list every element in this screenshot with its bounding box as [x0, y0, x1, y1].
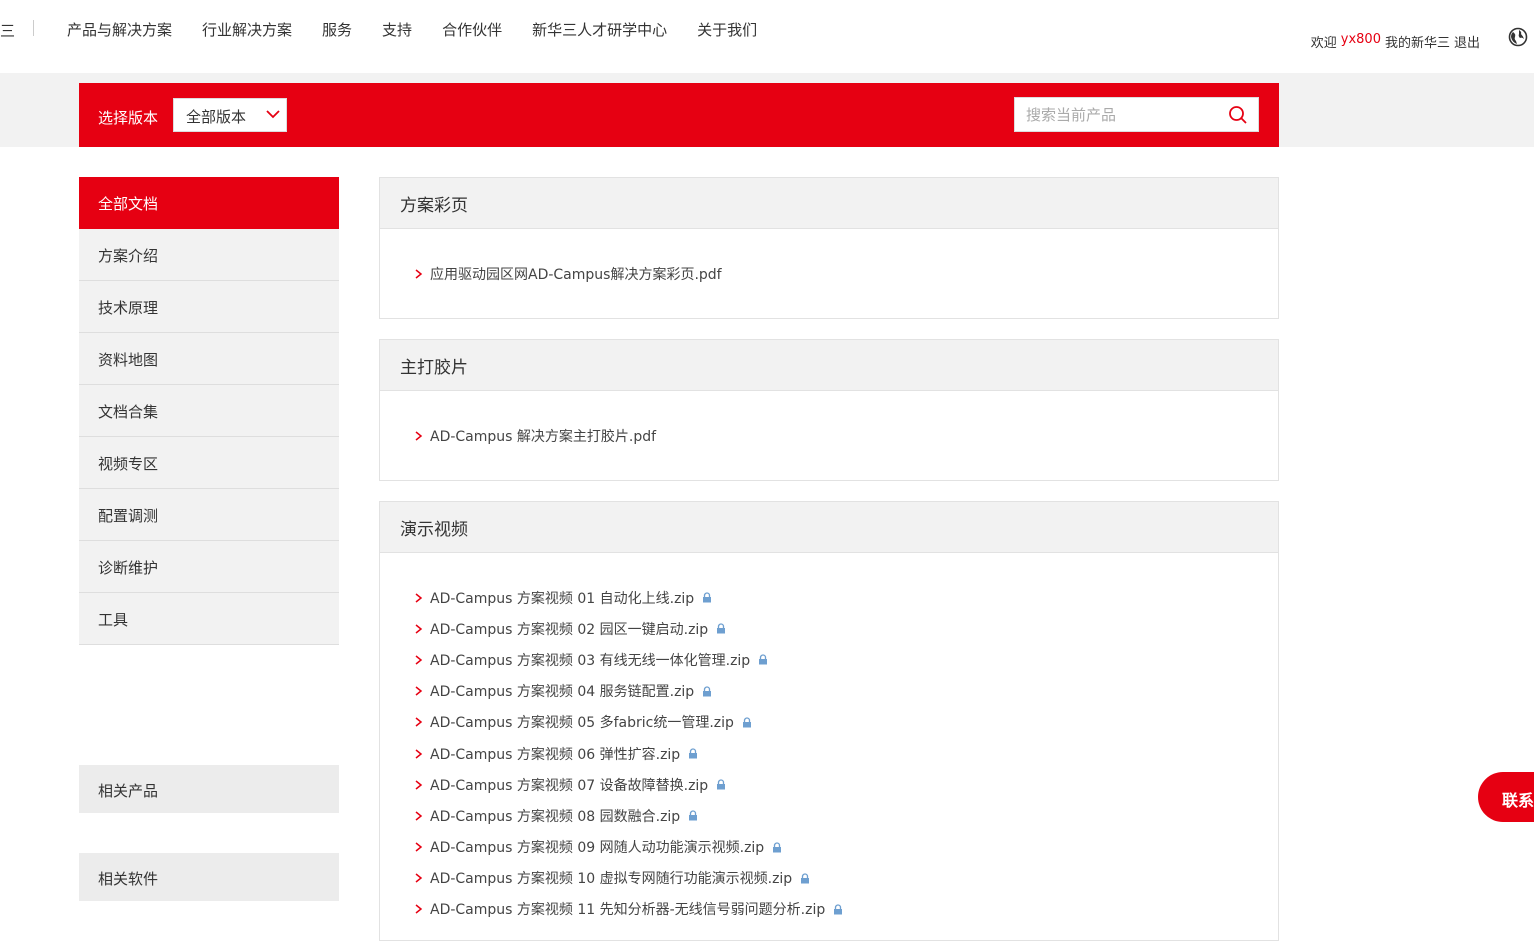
- lock-icon: [759, 654, 768, 665]
- file-list: AD-Campus 解决方案主打胶片.pdf: [380, 391, 1278, 451]
- main-menu: 产品与解决方案 行业解决方案 服务 支持 合作伙伴 新华三人才研学中心 关于我们: [67, 19, 787, 40]
- lock-icon: [801, 873, 810, 884]
- file-link[interactable]: AD-Campus 方案视频 05 多fabric统一管理.zip: [415, 707, 1278, 738]
- welcome-text: 欢迎: [1310, 36, 1337, 51]
- top-navigation: 三 产品与解决方案 行业解决方案 服务 支持 合作伙伴 新华三人才研学中心 关于我们 欢迎 …: [0, 0, 1534, 73]
- file-name: AD-Campus 方案视频 10 虚拟专网随行功能演示视频.zip: [430, 871, 793, 888]
- version-select[interactable]: 全部版本: [173, 98, 287, 132]
- nav-item-2[interactable]: 行业解决方案: [202, 19, 292, 40]
- file-name: AD-Campus 方案视频 07 设备故障替换.zip: [430, 777, 709, 794]
- arrow-right-icon: [415, 748, 423, 759]
- arrow-right-icon: [415, 593, 423, 603]
- version-label: 选择版本: [98, 109, 159, 127]
- section-panel: 演示视频 AD-Campus 方案视频 01 自动化上线.zip AD-Campus…: [379, 501, 1279, 941]
- lock-icon: [689, 810, 698, 821]
- search-icon[interactable]: [1228, 105, 1248, 125]
- arrow-right-icon: [415, 873, 423, 883]
- file-link[interactable]: AD-Campus 解决方案主打胶片.pdf: [415, 420, 1278, 451]
- logo-fragment[interactable]: 三: [0, 20, 15, 41]
- lock-icon: [742, 717, 751, 728]
- arrow-right-icon: [415, 269, 423, 279]
- nav-divider: [33, 20, 34, 36]
- lock-icon: [773, 841, 782, 853]
- globe-icon[interactable]: [1508, 27, 1528, 47]
- arrow-right-icon: [415, 842, 423, 852]
- chevron-down-icon: [266, 110, 280, 119]
- contact-button[interactable]: 联系: [1478, 772, 1534, 822]
- nav-item-4[interactable]: 支持: [382, 19, 412, 40]
- user-bar: 欢迎 yx800 我的新华三 退出: [1311, 32, 1484, 51]
- lock-icon: [703, 686, 712, 697]
- section-title: 主打胶片: [380, 340, 1278, 391]
- username-link[interactable]: yx800: [1341, 32, 1381, 51]
- lock-icon: [717, 623, 726, 634]
- file-link[interactable]: AD-Campus 方案视频 07 设备故障替换.zip: [415, 769, 1278, 800]
- arrow-right-icon: [415, 431, 423, 441]
- nav-item-1[interactable]: 产品与解决方案: [67, 19, 172, 40]
- related-software[interactable]: 相关软件: [79, 853, 339, 901]
- sidebar-item-6[interactable]: 视频专区: [79, 437, 339, 489]
- file-name: 应用驱动园区网AD-Campus解决方案彩页.pdf: [430, 266, 722, 283]
- file-link[interactable]: AD-Campus 方案视频 03 有线无线一体化管理.zip: [415, 644, 1278, 675]
- lock-icon: [834, 904, 843, 915]
- file-link[interactable]: AD-Campus 方案视频 09 网随人动功能演示视频.zip: [415, 832, 1278, 863]
- nav-item-5[interactable]: 合作伙伴: [442, 19, 502, 40]
- sidebar-item-2[interactable]: 方案介绍: [79, 229, 339, 281]
- sidebar-item-9[interactable]: 工具: [79, 593, 339, 645]
- section-title: 演示视频: [380, 502, 1278, 553]
- file-name: AD-Campus 方案视频 08 园数融合.zip: [430, 808, 681, 825]
- file-link[interactable]: AD-Campus 方案视频 01 自动化上线.zip: [415, 582, 1278, 613]
- sidebar-item-5[interactable]: 文档合集: [79, 385, 339, 437]
- version-select-value: 全部版本: [186, 108, 247, 126]
- filter-bar: 选择版本 全部版本: [79, 83, 1279, 147]
- sidebar-item-8[interactable]: 诊断维护: [79, 541, 339, 593]
- nav-item-6[interactable]: 新华三人才研学中心: [532, 19, 667, 40]
- file-list: 应用驱动园区网AD-Campus解决方案彩页.pdf: [380, 229, 1278, 289]
- sidebar-item-3[interactable]: 技术原理: [79, 281, 339, 333]
- nav-item-3[interactable]: 服务: [322, 19, 352, 40]
- file-name: AD-Campus 方案视频 02 园区一键启动.zip: [430, 621, 709, 638]
- section-title: 方案彩页: [380, 178, 1278, 229]
- arrow-right-icon: [415, 811, 423, 821]
- arrow-right-icon: [415, 655, 423, 665]
- my-account-link[interactable]: 我的新华三: [1385, 32, 1450, 51]
- file-link[interactable]: 应用驱动园区网AD-Campus解决方案彩页.pdf: [415, 258, 1278, 289]
- arrow-right-icon: [415, 904, 423, 915]
- lock-icon: [717, 779, 726, 790]
- file-link[interactable]: AD-Campus 方案视频 04 服务链配置.zip: [415, 676, 1278, 707]
- search-box: [1014, 97, 1259, 132]
- arrow-right-icon: [415, 624, 423, 634]
- file-name: AD-Campus 方案视频 04 服务链配置.zip: [430, 684, 695, 701]
- section-panel: 方案彩页应用驱动园区网AD-Campus解决方案彩页.pdf: [379, 177, 1279, 319]
- file-name: AD-Campus 方案视频 03 有线无线一体化管理.zip: [430, 652, 751, 669]
- related-products[interactable]: 相关产品: [79, 765, 339, 813]
- file-link[interactable]: AD-Campus 方案视频 02 园区一键启动.zip: [415, 613, 1278, 644]
- file-name: AD-Campus 方案视频 01 自动化上线.zip: [430, 590, 695, 607]
- logout-link[interactable]: 退出: [1454, 32, 1480, 51]
- section-panel: 主打胶片 AD-Campus 解决方案主打胶片.pdf: [379, 339, 1279, 481]
- file-name: AD-Campus 解决方案主打胶片.pdf: [430, 428, 657, 445]
- arrow-right-icon: [415, 686, 423, 696]
- category-sidebar: 全部文档 方案介绍 技术原理 资料地图 文档合集 视频专区 配置调测 诊断维护 工具: [79, 177, 339, 645]
- search-input[interactable]: [1015, 98, 1220, 131]
- file-name: AD-Campus 方案视频 05 多fabric统一管理.zip: [430, 715, 734, 732]
- file-link[interactable]: AD-Campus 方案视频 11 先知分析器-无线信号弱问题分析.zip: [415, 894, 1278, 925]
- file-list: AD-Campus 方案视频 01 自动化上线.zip AD-Campus 方案视…: [380, 553, 1278, 925]
- lock-icon: [703, 592, 712, 603]
- file-name: AD-Campus 方案视频 11 先知分析器-无线信号弱问题分析.zip: [430, 902, 826, 919]
- file-name: AD-Campus 方案视频 09 网随人动功能演示视频.zip: [430, 840, 765, 857]
- file-name: AD-Campus 方案视频 06 弹性扩容.zip: [430, 746, 681, 763]
- sidebar-item-7[interactable]: 配置调测: [79, 489, 339, 541]
- file-link[interactable]: AD-Campus 方案视频 08 园数融合.zip: [415, 800, 1278, 831]
- file-link[interactable]: AD-Campus 方案视频 06 弹性扩容.zip: [415, 738, 1278, 769]
- file-link[interactable]: AD-Campus 方案视频 10 虚拟专网随行功能演示视频.zip: [415, 863, 1278, 894]
- arrow-right-icon: [415, 780, 423, 790]
- sidebar-item-4[interactable]: 资料地图: [79, 333, 339, 385]
- sidebar-item-1[interactable]: 全部文档: [79, 177, 339, 229]
- nav-item-7[interactable]: 关于我们: [697, 19, 757, 40]
- lock-icon: [689, 748, 698, 759]
- arrow-right-icon: [415, 717, 423, 727]
